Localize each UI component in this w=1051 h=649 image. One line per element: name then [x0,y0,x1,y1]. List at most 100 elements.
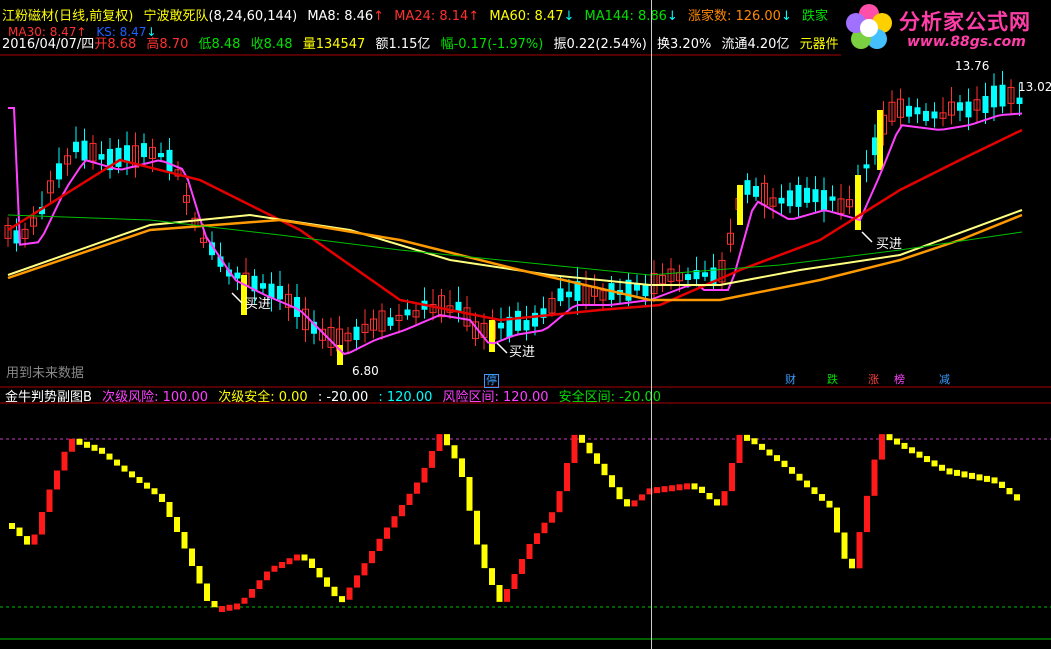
buy-arrow-icon [496,342,508,354]
indicator-bar [999,481,1005,488]
signal-candle [489,320,495,352]
indicator-bar [759,443,765,450]
indicator-bar [46,489,53,512]
indicator-bar [106,453,113,460]
indicator-bar [324,577,330,587]
indicator-bar [399,505,405,517]
indicator-bar [249,589,255,598]
candle-body [387,317,394,326]
indicator-bar [234,603,240,610]
candle-body [923,110,929,122]
event-tag-list[interactable]: 榜 [893,374,906,386]
indicator-bar [834,507,840,533]
indicator-bar [256,580,263,589]
indicator-bar [744,434,750,441]
indicator-bar [286,558,293,565]
indicator-bar [789,467,795,474]
indicator-bar [909,447,915,454]
sub-risk-zone: 风险区间: 120.00 [442,390,549,405]
indicator-bar [691,483,698,490]
candle-body [56,163,62,180]
indicator-bar [496,585,503,602]
indicator-bar [669,485,675,492]
indicator-bar [811,487,818,495]
sub-indicator-chart[interactable] [0,388,1051,649]
event-tag-reduce[interactable]: 减 [938,374,951,386]
site-logo: 分析家公式网 www.88gs.com [841,0,1051,56]
indicator-bar [84,441,90,448]
sub-value-a: : -20.00 [317,390,369,405]
indicator-bar [961,471,968,478]
candle-body [115,147,122,167]
indicator-bar [226,604,233,611]
indicator-bar [661,486,668,493]
candle-body [957,102,963,111]
indicator-bar [159,493,165,502]
candle-body [931,111,938,119]
indicator-bar [331,586,338,597]
indicator-bar [136,477,143,483]
indicator-bar [946,468,953,475]
indicator-bar [781,460,788,468]
ma24-line [7,128,1023,322]
indicator-bar [511,574,518,589]
candle-body [515,310,521,331]
candle-body [260,283,266,289]
indicator-bar [414,482,420,494]
indicator-bar [166,502,173,517]
indicator-bar [54,470,60,490]
indicator-bar [489,568,495,585]
event-tag-rise[interactable]: 涨 [867,374,880,386]
indicator-bar [1006,488,1013,495]
indicator-bar [16,527,23,537]
event-tag-finance[interactable]: 财 [784,374,797,386]
indicator-bar [631,500,638,507]
candle-body [566,291,572,298]
sub-chart-title: 金牛判势副图B [5,390,92,405]
event-tag-suspend[interactable]: 停 [484,374,499,388]
indicator-bar [481,544,488,569]
indicator-bar [129,471,135,478]
indicator-bar [796,473,803,481]
logo-title: 分析家公式网 [899,10,1031,34]
candle-body [141,143,147,158]
indicator-bar [369,551,375,564]
indicator-bar [279,562,285,568]
candle-body [744,180,751,195]
crosshair-cursor-line [651,0,652,649]
indicator-bar [886,434,893,441]
indicator-bar [804,480,810,488]
candle-body [277,285,283,300]
candle-body [557,288,564,302]
candle-body [795,184,802,207]
indicator-bar [39,512,45,535]
candle-body [234,272,241,279]
ma144-line [7,213,1023,302]
main-candlestick-chart[interactable] [0,0,1051,388]
indicator-bar [204,583,210,601]
indicator-bar [871,459,878,496]
indicator-bar [436,434,443,451]
buy-signal-label: 买进 [245,297,272,312]
candle-body [804,187,810,203]
indicator-bar [954,469,960,476]
sub-risk-label: 次级风险: 100.00 [102,390,209,405]
indicator-bar [391,516,398,528]
indicator-bar [211,601,218,608]
indicator-bar [984,475,990,482]
indicator-bar [571,434,578,463]
indicator-bar [271,565,278,572]
indicator-bar [699,486,705,493]
indicator-bar [421,467,428,483]
buy-signal-label: 买进 [509,345,536,360]
sub-safe-zone: 安全区间: -20.00 [558,390,662,405]
indicator-bar [849,558,855,569]
sub-value-b: : 120.00 [378,390,433,405]
indicator-bar [924,456,930,463]
indicator-bar [376,538,383,551]
indicator-bar [856,532,863,569]
event-tag-fall[interactable]: 跌 [826,374,839,386]
candle-body [158,153,164,158]
indicator-bar [301,554,308,561]
indicator-bar [601,463,608,476]
